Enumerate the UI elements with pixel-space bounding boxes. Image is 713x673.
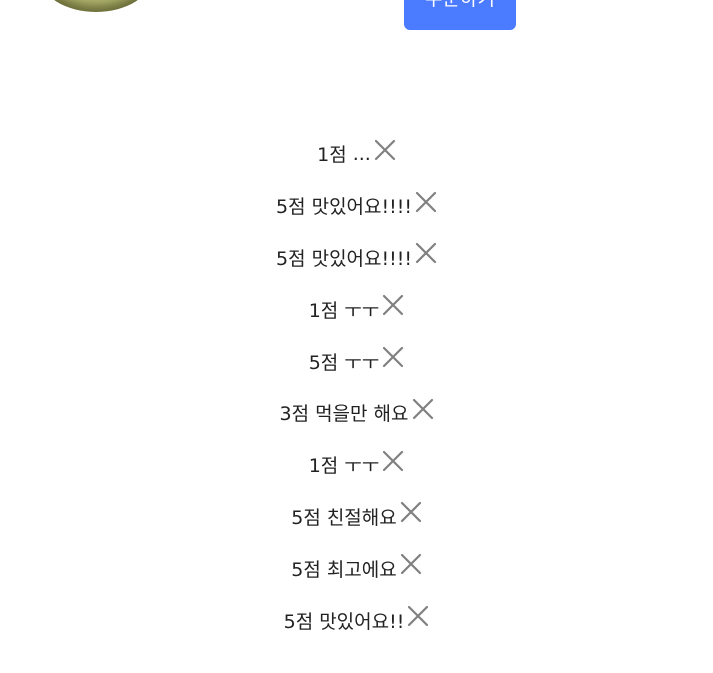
review-item: 5점 ㅜㅜ <box>0 335 713 387</box>
close-icon[interactable] <box>382 450 404 472</box>
close-icon[interactable] <box>400 553 422 575</box>
close-icon[interactable] <box>382 346 404 368</box>
review-comment: ㅜㅜ <box>344 299 380 322</box>
review-score: 5점 <box>308 351 339 374</box>
review-item: 5점 맛있어요!!!! <box>0 232 713 284</box>
review-item: 3점 먹을만 해요 <box>0 387 713 439</box>
page: 주문하기 1점 ... 5점 맛있어요!!!! 5점 맛있어요!!!! 1점 ㅜ… <box>0 0 713 673</box>
review-comment: ㅜㅜ <box>344 455 380 478</box>
review-item: 1점 ... <box>0 128 713 180</box>
review-score: 5점 <box>283 610 314 633</box>
order-button[interactable]: 주문하기 <box>404 0 516 30</box>
review-score: 1점 <box>308 455 339 478</box>
close-icon[interactable] <box>407 605 429 627</box>
close-icon[interactable] <box>374 139 396 161</box>
review-comment: 먹을만 해요 <box>315 403 409 426</box>
review-comment: ㅜㅜ <box>344 351 380 374</box>
review-score: 1점 <box>317 144 347 167</box>
review-comment: ... <box>352 142 371 165</box>
review-item: 1점 ㅜㅜ <box>0 283 713 335</box>
close-icon[interactable] <box>415 242 437 264</box>
review-item: 5점 최고에요 <box>0 542 713 594</box>
review-score: 5점 <box>291 558 321 581</box>
close-icon[interactable] <box>412 398 434 420</box>
review-item: 5점 맛있어요!! <box>0 594 713 646</box>
review-comment: 맛있어요!!!! <box>311 196 412 219</box>
close-icon[interactable] <box>400 501 422 523</box>
review-score: 5점 <box>276 196 306 219</box>
close-icon[interactable] <box>415 191 437 213</box>
review-comment: 맛있어요!! <box>319 610 405 633</box>
product-image <box>40 0 152 12</box>
review-comment: 친절해요 <box>326 506 397 529</box>
review-item: 5점 친절해요 <box>0 491 713 543</box>
review-item: 5점 맛있어요!!!! <box>0 180 713 232</box>
close-icon[interactable] <box>382 294 404 316</box>
review-list: 1점 ... 5점 맛있어요!!!! 5점 맛있어요!!!! 1점 ㅜㅜ 5점 … <box>0 128 713 646</box>
review-comment: 최고에요 <box>326 558 397 581</box>
review-score: 3점 <box>279 403 310 426</box>
review-score: 5점 <box>291 506 321 529</box>
review-score: 1점 <box>308 299 339 322</box>
review-score: 5점 <box>276 247 306 270</box>
review-item: 1점 ㅜㅜ <box>0 439 713 491</box>
review-comment: 맛있어요!!!! <box>311 247 412 270</box>
order-button-label: 주문하기 <box>425 0 495 21</box>
